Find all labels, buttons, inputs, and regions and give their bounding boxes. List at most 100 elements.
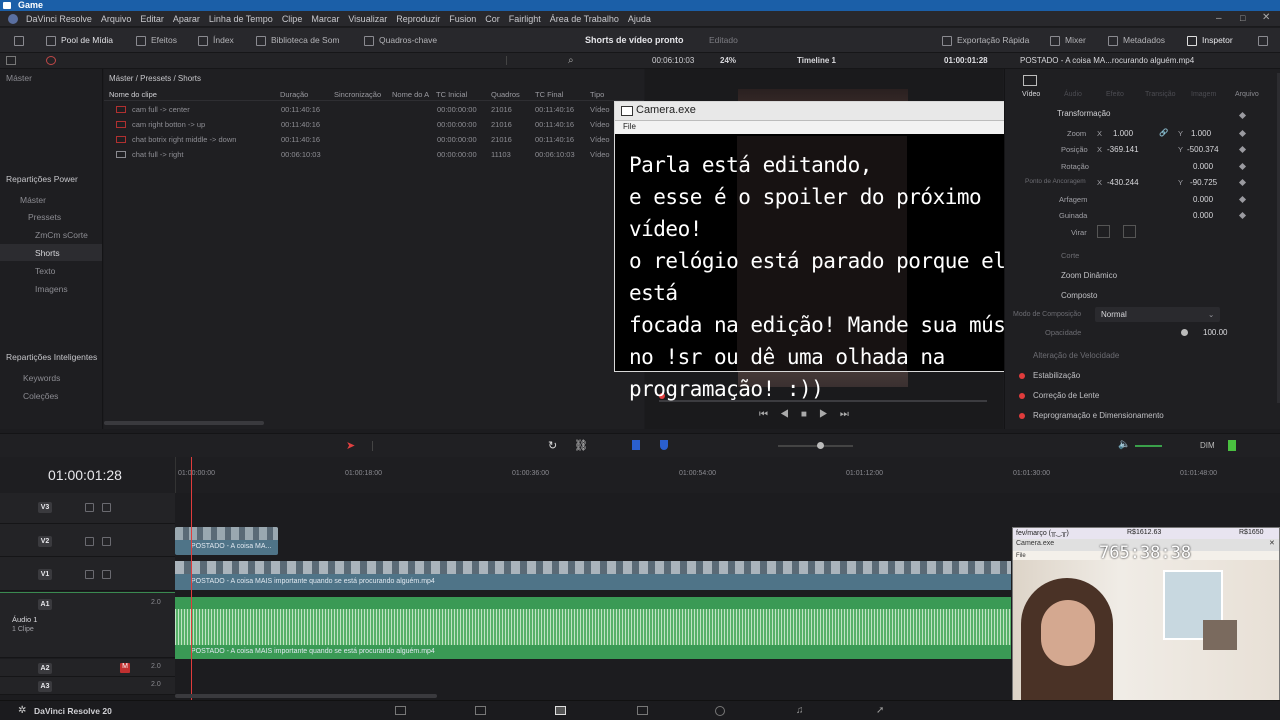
- track-lock-icon[interactable]: [85, 537, 94, 546]
- lens-correction-toggle[interactable]: [1019, 393, 1025, 399]
- composite-mode-select[interactable]: Normal ⌄: [1095, 307, 1220, 322]
- menu-item[interactable]: Fusion: [449, 11, 476, 27]
- menu-item[interactable]: Área de Trabalho: [550, 11, 619, 27]
- search-icon[interactable]: ⌕: [568, 55, 574, 66]
- position-x-value[interactable]: -369.141: [1107, 145, 1139, 154]
- section-transform[interactable]: Transformação: [1057, 109, 1111, 118]
- media-pool-button[interactable]: Pool de Mídia: [46, 28, 113, 53]
- track-enable-icon[interactable]: [102, 537, 111, 546]
- track-enable-icon[interactable]: [102, 570, 111, 579]
- quick-export-button[interactable]: Exportação Rápida: [942, 28, 1029, 53]
- flag-icon[interactable]: [632, 440, 640, 450]
- menu-item[interactable]: Ajuda: [628, 11, 651, 27]
- selection-tool-icon[interactable]: ➤: [346, 439, 355, 452]
- track-lock-icon[interactable]: [85, 503, 94, 512]
- index-button[interactable]: Índex: [198, 28, 234, 53]
- mixer-button[interactable]: Mixer: [1050, 28, 1086, 53]
- crop-section[interactable]: Corte: [1061, 251, 1079, 260]
- composite-section[interactable]: Composto: [1061, 291, 1097, 300]
- fairlight-page-icon[interactable]: ♫: [796, 705, 804, 716]
- sound-library-button[interactable]: Biblioteca de Som: [256, 28, 340, 53]
- dim-button[interactable]: DIM: [1200, 441, 1215, 450]
- yaw-value[interactable]: 0.000: [1193, 211, 1213, 220]
- anchor-y-value[interactable]: -90.725: [1190, 178, 1217, 187]
- menu-item[interactable]: Marcar: [311, 11, 339, 27]
- timeline-name[interactable]: Timeline 1: [797, 56, 836, 65]
- video-tab-icon[interactable]: [1023, 75, 1037, 86]
- menu-item[interactable]: DaVinci Resolve: [26, 11, 92, 27]
- keyframe-icon[interactable]: [1238, 111, 1247, 120]
- bin-imagens[interactable]: Imagens: [35, 284, 68, 294]
- inspector-button[interactable]: Inspetor: [1187, 28, 1233, 53]
- view-mode-icons[interactable]: [506, 56, 566, 65]
- zoom-x-value[interactable]: 1.000: [1113, 129, 1133, 138]
- track-label[interactable]: V3: [38, 502, 52, 513]
- clip-row[interactable]: chat botrix right middle -> down 00:11:4…: [104, 132, 644, 147]
- tab-video[interactable]: Vídeo: [1022, 91, 1040, 98]
- menu-item[interactable]: Reproduzir: [396, 11, 440, 27]
- timeline-zoom-slider[interactable]: [778, 445, 853, 447]
- deliver-page-icon[interactable]: ➚: [876, 705, 884, 716]
- col-tc-in[interactable]: TC Inicial: [436, 90, 467, 99]
- reframe-toggle[interactable]: [1019, 413, 1025, 419]
- tab-audio[interactable]: Áudio: [1064, 91, 1082, 98]
- speaker-icon[interactable]: 🔈: [1118, 439, 1130, 450]
- opacity-slider-knob[interactable]: [1181, 329, 1188, 336]
- flip-horizontal-icon[interactable]: [1097, 225, 1110, 238]
- keyframe-icon[interactable]: [1238, 145, 1247, 154]
- bin-colecoes[interactable]: Coleções: [23, 391, 58, 401]
- a1-clip[interactable]: POSTADO - A coisa MAIS importante quando…: [175, 597, 1011, 659]
- flip-vertical-icon[interactable]: [1123, 225, 1136, 238]
- keyframes-button[interactable]: Quadros-chave: [364, 28, 437, 53]
- speed-change-section[interactable]: Alteração de Velocidade: [1033, 351, 1119, 360]
- menu-item[interactable]: Cor: [485, 11, 500, 27]
- zoom-level[interactable]: 24%: [720, 56, 736, 65]
- media-page-icon[interactable]: [395, 706, 406, 715]
- edit-tools-icons[interactable]: [372, 441, 512, 451]
- menu-item[interactable]: Arquivo: [101, 11, 132, 27]
- track-label[interactable]: A1: [38, 599, 52, 610]
- stabilization-toggle[interactable]: [1019, 373, 1025, 379]
- keyframe-icon[interactable]: [1238, 178, 1247, 187]
- anchor-x-value[interactable]: -430.244: [1107, 178, 1139, 187]
- track-enable-icon[interactable]: [102, 503, 111, 512]
- power-bin-icon[interactable]: [46, 56, 56, 65]
- menu-item[interactable]: Editar: [140, 11, 164, 27]
- bin-keywords[interactable]: Keywords: [23, 373, 60, 383]
- col-type[interactable]: Tipo: [590, 90, 604, 99]
- timeline-ruler[interactable]: 01:00:00:00 01:00:18:00 01:00:36:00 01:0…: [175, 457, 1280, 493]
- tab-image[interactable]: Imagem: [1191, 91, 1216, 98]
- keyframe-icon[interactable]: [1238, 129, 1247, 138]
- col-sync[interactable]: Sincronização: [334, 90, 381, 99]
- link-clips-icon[interactable]: ⛓: [574, 439, 588, 452]
- maximize-icon[interactable]: □: [1240, 13, 1245, 23]
- bin-pressets[interactable]: Pressets: [28, 212, 61, 222]
- sidebar-toggle-icon[interactable]: [14, 28, 29, 53]
- zoom-y-value[interactable]: 1.000: [1191, 129, 1211, 138]
- menu-item[interactable]: Clipe: [282, 11, 303, 27]
- color-page-icon[interactable]: [715, 706, 725, 716]
- fusion-page-icon[interactable]: [637, 706, 648, 715]
- col-duration[interactable]: Duração: [280, 90, 308, 99]
- keyframe-icon[interactable]: [1238, 162, 1247, 171]
- col-clip-name[interactable]: Nome do clipe: [109, 90, 157, 99]
- dynamic-zoom-section[interactable]: Zoom Dinâmico: [1061, 271, 1117, 280]
- v1-clip[interactable]: POSTADO - A coisa MAIS importante quando…: [175, 561, 1011, 590]
- cut-page-icon[interactable]: [475, 706, 486, 715]
- effects-button[interactable]: Efeitos: [136, 28, 177, 53]
- track-lock-icon[interactable]: [85, 570, 94, 579]
- track-label[interactable]: A2: [38, 663, 52, 674]
- tab-file[interactable]: Arquivo: [1235, 91, 1259, 98]
- marker-icon[interactable]: [660, 440, 668, 450]
- opacity-value[interactable]: 100.00: [1203, 328, 1227, 337]
- track-label[interactable]: V1: [38, 569, 52, 580]
- pitch-value[interactable]: 0.000: [1193, 195, 1213, 204]
- timeline-zoom-knob[interactable]: [817, 442, 824, 449]
- menu-item[interactable]: Linha de Tempo: [209, 11, 273, 27]
- close-window-icon[interactable]: ✕: [1262, 12, 1270, 23]
- master-bin[interactable]: Máster: [6, 73, 32, 83]
- track-label[interactable]: A3: [38, 681, 52, 692]
- tab-effect[interactable]: Efeito: [1106, 91, 1124, 98]
- rotation-value[interactable]: 0.000: [1193, 162, 1213, 171]
- clip-row[interactable]: chat full -> right 00:06:10:03 00:00:00:…: [104, 147, 644, 162]
